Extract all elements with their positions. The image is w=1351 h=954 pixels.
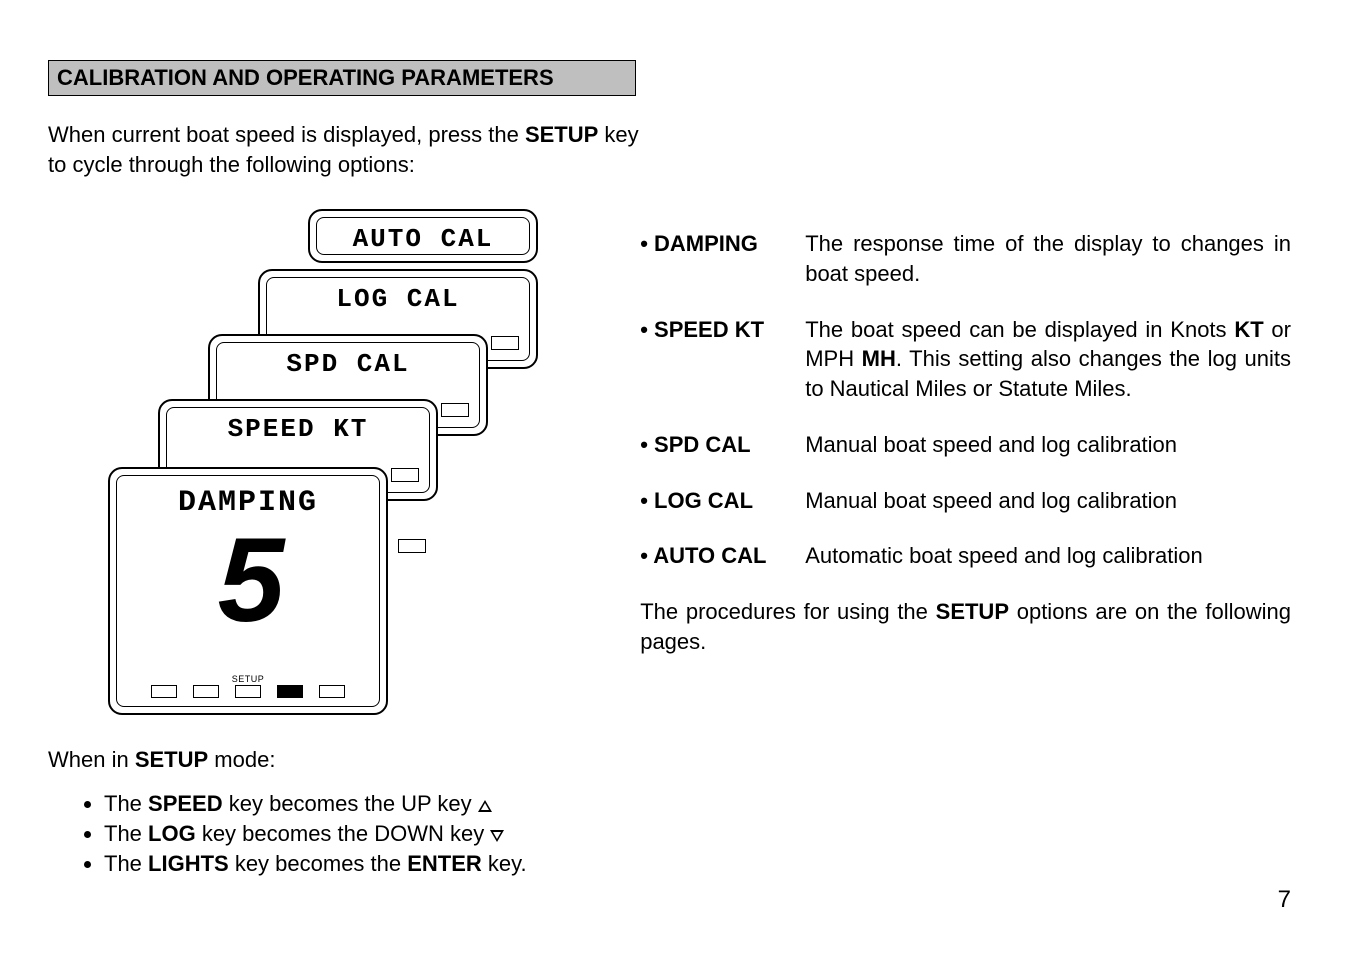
definition-term: • DAMPING [640,229,805,288]
text: key becomes the [229,851,408,876]
section-header: CALIBRATION AND OPERATING PARAMETERS [48,60,636,96]
setup-key-label: SETUP [135,747,208,772]
text: key becomes the UP key [223,791,478,816]
setup-mode-text: When in SETUP mode: [48,747,600,773]
page-number: 7 [1278,886,1291,914]
bold: SPEED [148,791,223,816]
definition-row: • AUTO CALAutomatic boat speed and log c… [640,541,1291,571]
text: Manual boat speed and log calibration [805,488,1177,513]
intro-paragraph: When current boat speed is displayed, pr… [48,120,648,179]
definition-description: Automatic boat speed and log calibration [805,541,1291,571]
list-item: The LIGHTS key becomes the ENTER key. [104,851,600,877]
text: The procedures for using the [640,599,935,624]
definition-row: • DAMPINGThe response time of the displa… [640,229,1291,288]
lcd-side-button [391,468,419,482]
lcd-text: LOG CAL [267,278,529,314]
definition-description: The response time of the display to chan… [805,229,1291,288]
bold: MH [862,346,896,371]
text: The response time of the display to chan… [805,231,1291,286]
definitions-list: • DAMPINGThe response time of the displa… [640,229,1291,571]
definition-term: • LOG CAL [640,486,805,516]
definition-description: The boat speed can be displayed in Knots… [805,315,1291,404]
text: Manual boat speed and log calibration [805,432,1177,457]
text: mode: [208,747,275,772]
lcd-big-digit: 5 [117,520,379,640]
right-column: • DAMPINGThe response time of the displa… [640,209,1291,899]
list-item: The LOG key becomes the DOWN key [104,821,600,847]
text: When in [48,747,135,772]
text: Automatic boat speed and log calibration [805,543,1202,568]
text: The [104,791,148,816]
text: The boat speed can be displayed in Knots [805,317,1234,342]
list-item: The SPEED key becomes the UP key [104,791,600,817]
bold: ENTER [407,851,482,876]
text: The [104,821,148,846]
bold: LOG [148,821,196,846]
lcd-text: SPD CAL [217,343,479,379]
chevron-down-icon [490,830,504,842]
lcd-button [151,685,177,698]
definition-term: • SPD CAL [640,430,805,460]
bold: LIGHTS [148,851,229,876]
lcd-button-active [277,685,303,698]
setup-key-label: SETUP [936,599,1009,624]
lcd-text: AUTO CAL [317,218,529,254]
left-column: AUTO CAL LOG CAL SPD CAL S [48,209,600,899]
lcd-button [193,685,219,698]
text: key. [482,851,527,876]
lcd-side-button [398,539,426,553]
text: The [104,851,148,876]
lcd-side-button [491,336,519,350]
key-remap-list: The SPEED key becomes the UP key The LOG… [48,791,600,877]
definition-description: Manual boat speed and log calibration [805,486,1291,516]
text: When current boat speed is displayed, pr… [48,122,525,147]
lcd-text: SPEED KT [167,408,429,444]
definition-term: • SPEED KT [640,315,805,404]
follow-paragraph: The procedures for using the SETUP optio… [640,597,1291,656]
lcd-stack: AUTO CAL LOG CAL SPD CAL S [98,209,600,729]
setup-caption: SETUP [117,674,379,684]
definition-row: • SPEED KTThe boat speed can be displaye… [640,315,1291,404]
lcd-card-auto-cal: AUTO CAL [308,209,538,263]
bold: KT [1234,317,1263,342]
definition-description: Manual boat speed and log calibration [805,430,1291,460]
definition-term: • AUTO CAL [640,541,805,571]
lcd-button [319,685,345,698]
definition-row: • LOG CALManual boat speed and log calib… [640,486,1291,516]
chevron-up-icon [478,800,492,812]
definition-row: • SPD CALManual boat speed and log calib… [640,430,1291,460]
two-column-layout: AUTO CAL LOG CAL SPD CAL S [48,209,1291,899]
setup-key-label: SETUP [525,122,598,147]
lcd-card-damping: DAMPING 5 SETUP [108,467,388,715]
lcd-button-row [117,685,379,698]
lcd-side-button [441,403,469,417]
text: key becomes the DOWN key [196,821,491,846]
lcd-button [235,685,261,698]
